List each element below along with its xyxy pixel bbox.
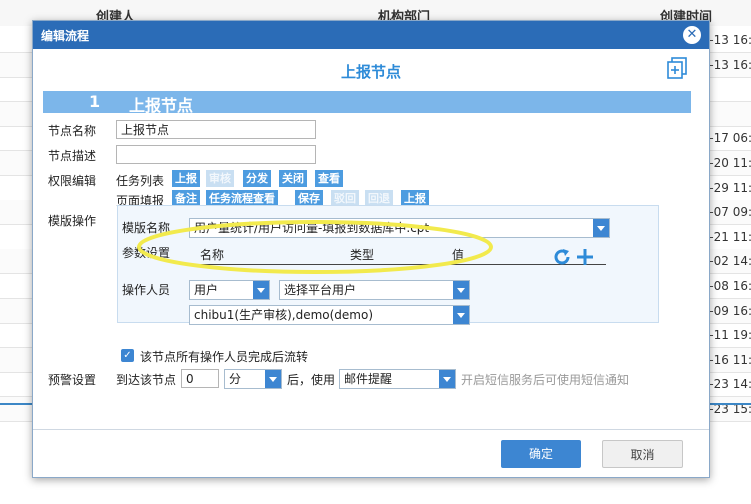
task-perm-view[interactable]: 查看 [315,170,343,187]
template-name-select[interactable]: 用户量统计/用户访问量-填报到数据库中.cpt [189,218,610,238]
operator-type-value: 用户 [194,283,219,297]
chevron-down-icon [453,306,469,324]
warning-unit-select[interactable]: 分 [224,369,282,389]
operator-select-value: 选择平台用户 [284,283,357,297]
params-label: 参数设置 [122,246,171,260]
dialog-title: 编辑流程 [41,29,90,43]
params-col-value: 值 [452,248,465,262]
warning-label: 预警设置 [48,373,97,387]
template-ops-label: 模版操作 [48,214,97,228]
dialog-titlebar[interactable]: 编辑流程 ✕ [33,21,709,49]
node-desc-input[interactable] [116,145,316,164]
task-perm-audit[interactable]: 审核 [206,170,234,187]
all-operators-checkbox[interactable]: ✓ [121,349,134,362]
task-perm-close[interactable]: 关闭 [279,170,307,187]
warning-method-value: 邮件提醒 [344,372,393,386]
warning-method-select[interactable]: 邮件提醒 [339,369,456,389]
operator-selected-users[interactable]: chibu1(生产审核),demo(demo) [189,305,470,325]
cancel-button[interactable]: 取消 [602,440,683,468]
chevron-down-icon [265,370,281,388]
node-heading: 上报节点 [340,63,401,81]
ok-button[interactable]: 确定 [501,440,581,468]
task-list-label: 任务列表 [116,174,165,188]
after-use-label: 后，使用 [287,373,336,387]
warning-unit-value: 分 [229,372,242,386]
operator-user-select[interactable]: 选择平台用户 [279,280,470,300]
operator-label: 操作人员 [122,283,171,297]
node-section-name: 上报节点 [129,96,194,115]
node-name-label: 节点名称 [48,124,97,138]
copy-add-icon[interactable] [667,57,687,79]
operator-users-value: chibu1(生产审核),demo(demo) [194,308,373,322]
arrive-node-label: 到达该节点 [116,373,177,387]
chevron-down-icon [253,281,269,299]
chevron-down-icon [593,219,609,237]
chevron-down-icon [453,281,469,299]
perm-edit-label: 权限编辑 [48,174,97,188]
operator-type-select[interactable]: 用户 [189,280,270,300]
node-name-input[interactable] [116,120,316,139]
close-icon[interactable]: ✕ [683,26,701,44]
chevron-down-icon [439,370,455,388]
warning-value-input[interactable] [181,369,219,388]
task-perm-distribute[interactable]: 分发 [243,170,271,187]
params-col-name: 名称 [200,248,225,262]
sms-note: 开启短信服务后可使用短信通知 [461,373,630,387]
node-section-bar: 1 上报节点 [43,91,691,115]
task-perm-report[interactable]: 上报 [172,170,200,187]
node-section-number: 1 [89,92,101,111]
edit-flow-dialog: 编辑流程 ✕ 上报节点 1 上报节点 节点名称 节点描述 权限编辑 任务列表 页… [32,20,710,478]
template-name-value: 用户量统计/用户访问量-填报到数据库中.cpt [194,221,430,235]
refresh-icon[interactable] [552,247,572,267]
template-name-label: 模版名称 [122,221,171,235]
node-desc-label: 节点描述 [48,149,97,163]
params-col-type: 类型 [350,248,375,262]
all-operators-label: 该节点所有操作人员完成后流转 [140,350,309,364]
params-grid-header: 名称 类型 值 [190,243,606,265]
plus-icon[interactable] [575,247,595,267]
footer-divider [33,429,709,430]
